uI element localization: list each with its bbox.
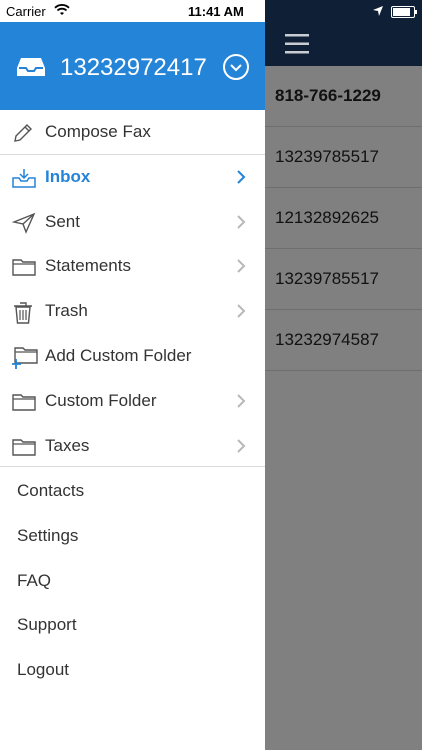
add-folder-icon [11, 346, 38, 369]
status-bar-right [265, 0, 422, 22]
folder-icon [12, 256, 36, 278]
pencil-icon [12, 122, 34, 144]
fax-row-number: 13232974587 [275, 330, 380, 349]
menu-item-label: Add Custom Folder [45, 346, 192, 365]
paper-plane-icon [11, 212, 36, 234]
menu-item-add-custom-folder[interactable]: Add Custom Folder [0, 334, 265, 378]
fax-row: 818-766-1229 [265, 66, 422, 127]
divider [0, 466, 265, 468]
menu-link-support[interactable]: Support [17, 615, 77, 635]
menu-link-logout[interactable]: Logout [17, 660, 69, 680]
menu-item-label: Trash [45, 301, 88, 321]
fax-row-number: 12132892625 [275, 208, 380, 227]
menu-item-compose-fax[interactable]: Compose Fax [0, 110, 265, 154]
chevron-right-icon [236, 304, 246, 323]
chevron-right-icon [236, 438, 246, 458]
clock: 11:41 AM [188, 4, 244, 19]
fax-row: 13239785517 [265, 127, 422, 188]
account-header[interactable]: 13232972417 [0, 22, 265, 110]
menu-item-taxes[interactable]: Taxes [0, 424, 265, 468]
menu-item-statements[interactable]: Statements [0, 244, 265, 288]
fax-row-number: 818-766-1229 [275, 86, 381, 105]
carrier-label: Carrier [6, 4, 46, 19]
hamburger-menu-icon[interactable] [285, 34, 309, 59]
inbox-icon [12, 167, 36, 189]
menu-link-contacts[interactable]: Contacts [17, 481, 84, 501]
menu-item-label: Taxes [45, 435, 90, 455]
menu-item-sent[interactable]: Sent [0, 200, 265, 244]
menu-item-label: Compose Fax [45, 122, 151, 141]
menu-item-inbox[interactable]: Inbox [0, 155, 265, 199]
wifi-icon [54, 4, 70, 19]
menu-item-label: Sent [45, 211, 80, 231]
battery-level [393, 8, 410, 16]
battery-icon [391, 6, 417, 18]
menu-link-settings[interactable]: Settings [17, 526, 78, 546]
account-number: 13232972417 [60, 54, 207, 81]
folder-icon [12, 436, 36, 458]
fax-row-number: 13239785517 [275, 147, 380, 166]
menu-item-trash[interactable]: Trash [0, 289, 265, 333]
chevron-right-icon [236, 214, 246, 234]
fax-row: 12132892625 [265, 188, 422, 249]
fax-list-background: 818-766-1229 13239785517 12132892625 132397… [265, 0, 422, 750]
fax-row-number: 13239785517 [275, 269, 380, 288]
status-bar: Carrier 11:41 AM [0, 0, 265, 22]
menu-link-faq[interactable]: FAQ [17, 571, 51, 591]
account-switch-chevron-icon[interactable] [223, 54, 249, 80]
trash-icon [12, 301, 34, 324]
chevron-right-icon [236, 394, 246, 413]
menu-item-label: Inbox [45, 166, 91, 186]
menu-item-label: Statements [45, 256, 131, 276]
folder-icon [12, 391, 36, 413]
navigation-drawer: 13232972417 Compose Fax Inbox Sent Statemen… [0, 0, 265, 750]
location-arrow-icon [373, 4, 383, 19]
chevron-right-icon [236, 170, 246, 189]
menu-item-custom-folder[interactable]: Custom Folder [0, 379, 265, 423]
chevron-right-icon [236, 259, 246, 278]
inbox-tray-icon [16, 56, 46, 83]
menu-item-label: Custom Folder [45, 390, 157, 410]
fax-row: 13239785517 [265, 249, 422, 310]
fax-row: 13232974587 [265, 310, 422, 371]
